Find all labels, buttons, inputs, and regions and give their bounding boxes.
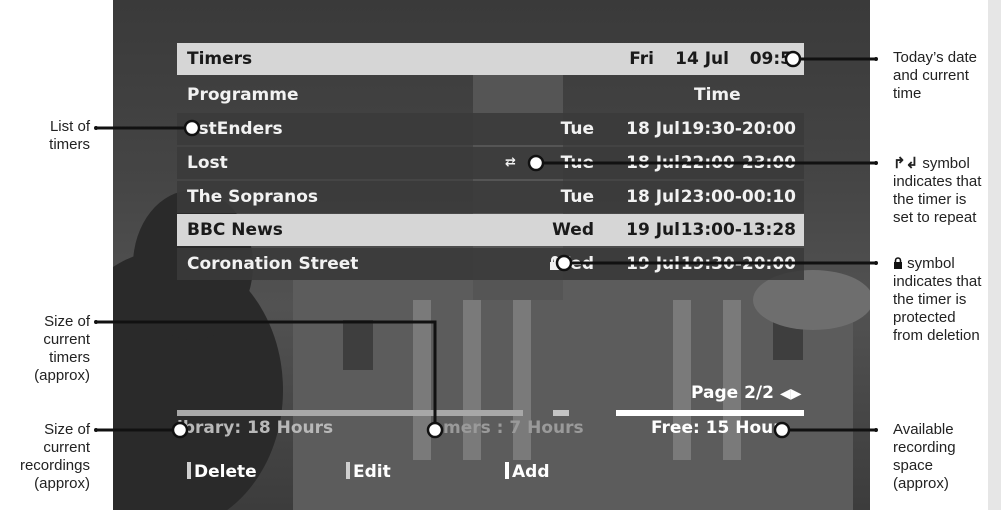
annotation-repeat: ↱↲ symbol indicates that the timer is set … bbox=[893, 155, 982, 226]
annotation-date-time: Today’s date and current time bbox=[893, 49, 977, 102]
lock-symbol-icon bbox=[894, 257, 902, 269]
annotation-size-recordings: Size of current recordings (approx) bbox=[19, 421, 90, 492]
annotation-available-space: Available recording space (approx) bbox=[893, 421, 956, 492]
annotation-protected: symbol indicates that the timer is protec… bbox=[893, 255, 982, 344]
callout-lines bbox=[94, 50, 878, 439]
annotation-size-timers: Size of current timers (approx) bbox=[34, 313, 90, 384]
repeat-symbol-icon: ↱↲ bbox=[893, 155, 919, 172]
annotation-list-of-timers: List of timers bbox=[49, 118, 90, 153]
